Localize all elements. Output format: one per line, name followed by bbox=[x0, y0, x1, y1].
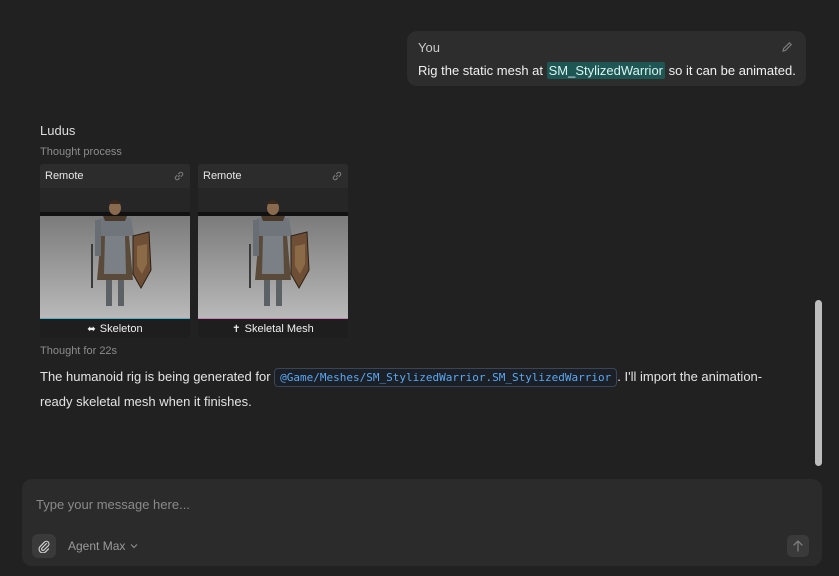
warrior-preview-image bbox=[198, 188, 348, 318]
asset-reference[interactable]: SM_StylizedWarrior bbox=[546, 62, 665, 79]
user-author: You bbox=[418, 40, 440, 55]
scrollbar-thumb[interactable] bbox=[815, 300, 822, 466]
asset-path-link[interactable]: @Game/Meshes/SM_StylizedWarrior.SM_Styli… bbox=[274, 368, 618, 387]
chevron-down-icon bbox=[130, 544, 138, 549]
message-composer: Agent Max bbox=[22, 479, 822, 566]
paperclip-icon bbox=[38, 540, 50, 553]
chat-window: You Rig the static mesh at SM_StylizedWa… bbox=[0, 0, 839, 576]
message-input[interactable] bbox=[36, 493, 776, 515]
user-message-bubble: You Rig the static mesh at SM_StylizedWa… bbox=[407, 31, 806, 86]
warrior-preview-image bbox=[40, 188, 190, 318]
link-icon[interactable] bbox=[331, 170, 343, 182]
send-button[interactable] bbox=[787, 535, 809, 557]
assistant-response: The humanoid rig is being generated for … bbox=[40, 368, 763, 409]
card-caption: ✝ Skeletal Mesh bbox=[198, 318, 348, 338]
thought-process-toggle[interactable]: Thought process bbox=[40, 146, 122, 158]
user-message-text: Rig the static mesh at SM_StylizedWarrio… bbox=[418, 62, 796, 79]
figure-icon: ✝ bbox=[232, 324, 241, 335]
card-caption: ⬌ Skeleton bbox=[40, 318, 190, 338]
card-source-label: Remote bbox=[203, 170, 242, 182]
card-source-label: Remote bbox=[45, 170, 84, 182]
card-header: Remote bbox=[198, 164, 348, 188]
bone-icon: ⬌ bbox=[87, 324, 96, 335]
edit-icon[interactable] bbox=[780, 40, 794, 54]
arrow-up-icon bbox=[793, 540, 803, 552]
skeleton-preview-card[interactable]: Remote ⬌ Skeleton bbox=[40, 164, 190, 338]
assistant-name: Ludus bbox=[40, 123, 76, 138]
agent-label: Agent Max bbox=[68, 539, 126, 553]
skeletal-mesh-preview-card[interactable]: Remote ✝ Skeletal Mesh bbox=[198, 164, 348, 338]
card-header: Remote bbox=[40, 164, 190, 188]
agent-selector[interactable]: Agent Max bbox=[62, 534, 145, 558]
thought-duration: Thought for 22s bbox=[40, 345, 118, 357]
link-icon[interactable] bbox=[173, 170, 185, 182]
attach-button[interactable] bbox=[32, 534, 56, 558]
